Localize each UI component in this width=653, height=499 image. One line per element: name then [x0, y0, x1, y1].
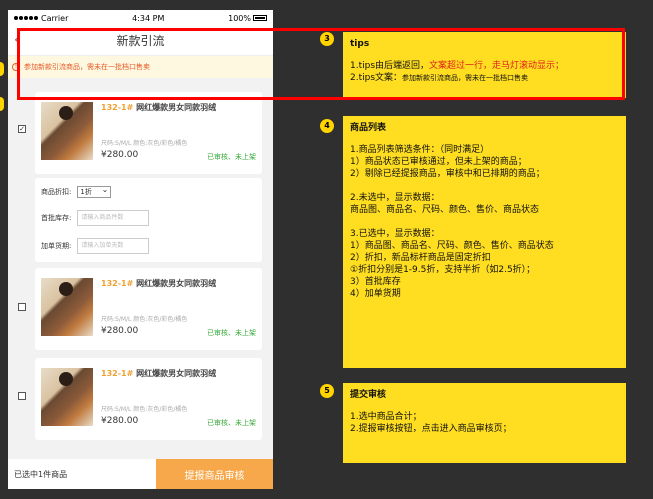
submit-review-button[interactable]: 提报商品审核	[156, 459, 273, 489]
list-line: 商品图、商品名、尺码、颜色、售价、商品状态	[350, 205, 540, 215]
product-card[interactable]: 132-1# 网红爆款男女同款羽绒 尺码:S/M/L 颜色:灰色/彩色/橘色 ¥…	[35, 268, 262, 350]
product-name: 132-1# 网红爆款男女同款羽绒	[101, 279, 217, 288]
product-image	[41, 278, 93, 336]
restock-label: 加单货期:	[41, 242, 72, 250]
list-title: 商品列表	[350, 123, 387, 133]
status-bar: Carrier 4:34 PM 100%	[8, 10, 273, 26]
product-status: 已审核、未上架	[207, 153, 256, 161]
list-line: 2.未选中，显示数据：	[350, 193, 440, 203]
stock-input[interactable]: 请输入商品件数	[77, 210, 150, 226]
list-line: 1）商品状态已审核通过，但未上架的商品；	[350, 157, 527, 167]
product-attrs: 尺码:S/M/L 颜色:灰色/彩色/橘色	[101, 406, 188, 413]
restock-input[interactable]: 请输入加单天数	[77, 238, 150, 254]
annotation-marker	[0, 62, 4, 76]
product-status: 已审核、未上架	[207, 419, 256, 427]
product-checkbox[interactable]	[18, 303, 26, 311]
list-line: 3.已选中，显示数据：	[350, 229, 440, 239]
product-image	[41, 102, 93, 160]
bottom-bar: 已选中1件商品 提报商品审核	[8, 459, 273, 489]
product-card[interactable]: 132-1# 网红爆款男女同款羽绒 尺码:S/M/L 颜色:灰色/彩色/橘色 ¥…	[35, 92, 262, 174]
stock-label: 首批库存:	[41, 214, 72, 222]
clock: 4:34 PM	[132, 13, 165, 23]
selected-count: 已选中1件商品	[14, 469, 68, 479]
submit-title: 提交审核	[350, 390, 387, 400]
list-line: 4）加单货期	[350, 289, 401, 299]
product-checkbox[interactable]	[18, 392, 26, 400]
product-name: 132-1# 网红爆款男女同款羽绒	[101, 369, 217, 378]
list-line: 1）商品图、商品名、尺码、颜色、售价、商品状态	[350, 241, 554, 251]
product-price: ¥280.00	[101, 150, 139, 160]
product-status: 已审核、未上架	[207, 329, 256, 337]
submit-line: 2.提报审核按钮，点击进入商品审核页；	[350, 424, 512, 434]
list-line: 2）剔除已经提报商品，审核中和已排期的商品；	[350, 169, 545, 179]
product-image	[41, 368, 93, 426]
product-price: ¥280.00	[101, 326, 139, 336]
product-checkbox[interactable]: ✓	[18, 125, 26, 133]
product-name: 132-1# 网红爆款男女同款羽绒	[101, 103, 217, 112]
annotation-badge: 4	[320, 119, 334, 133]
signal-icon	[14, 16, 38, 20]
product-card[interactable]: 132-1# 网红爆款男女同款羽绒 尺码:S/M/L 颜色:灰色/彩色/橘色 ¥…	[35, 358, 262, 440]
battery-percent: 100%	[228, 13, 251, 23]
highlight-box	[17, 28, 625, 100]
selected-product-form: 商品折扣: 1折 首批库存: 请输入商品件数 加单货期: 请输入加单天数	[35, 178, 262, 262]
submit-line: 1.选中商品合计；	[350, 412, 422, 422]
list-note: 商品列表 1.商品列表筛选条件：（同时满足） 1）商品状态已审核通过，但未上架的…	[343, 116, 626, 368]
list-line: ①折扣分别是1-9.5折，支持半折（如2.5折）；	[350, 265, 536, 275]
submit-note: 提交审核 1.选中商品合计； 2.提报审核按钮，点击进入商品审核页；	[343, 383, 626, 463]
product-price: ¥280.00	[101, 416, 139, 426]
list-line: 2）折扣，新品标杆商品是固定折扣	[350, 253, 491, 263]
discount-label: 商品折扣:	[41, 188, 72, 196]
product-attrs: 尺码:S/M/L 颜色:灰色/彩色/橘色	[101, 316, 188, 323]
annotation-marker	[0, 97, 4, 111]
list-line: 3）首批库存	[350, 277, 401, 287]
annotation-badge: 5	[320, 384, 334, 398]
battery-icon	[253, 15, 267, 21]
product-attrs: 尺码:S/M/L 颜色:灰色/彩色/橘色	[101, 140, 188, 147]
discount-select[interactable]: 1折	[77, 185, 112, 198]
list-line: 1.商品列表筛选条件：（同时满足）	[350, 145, 490, 155]
carrier-label: Carrier	[41, 13, 69, 23]
